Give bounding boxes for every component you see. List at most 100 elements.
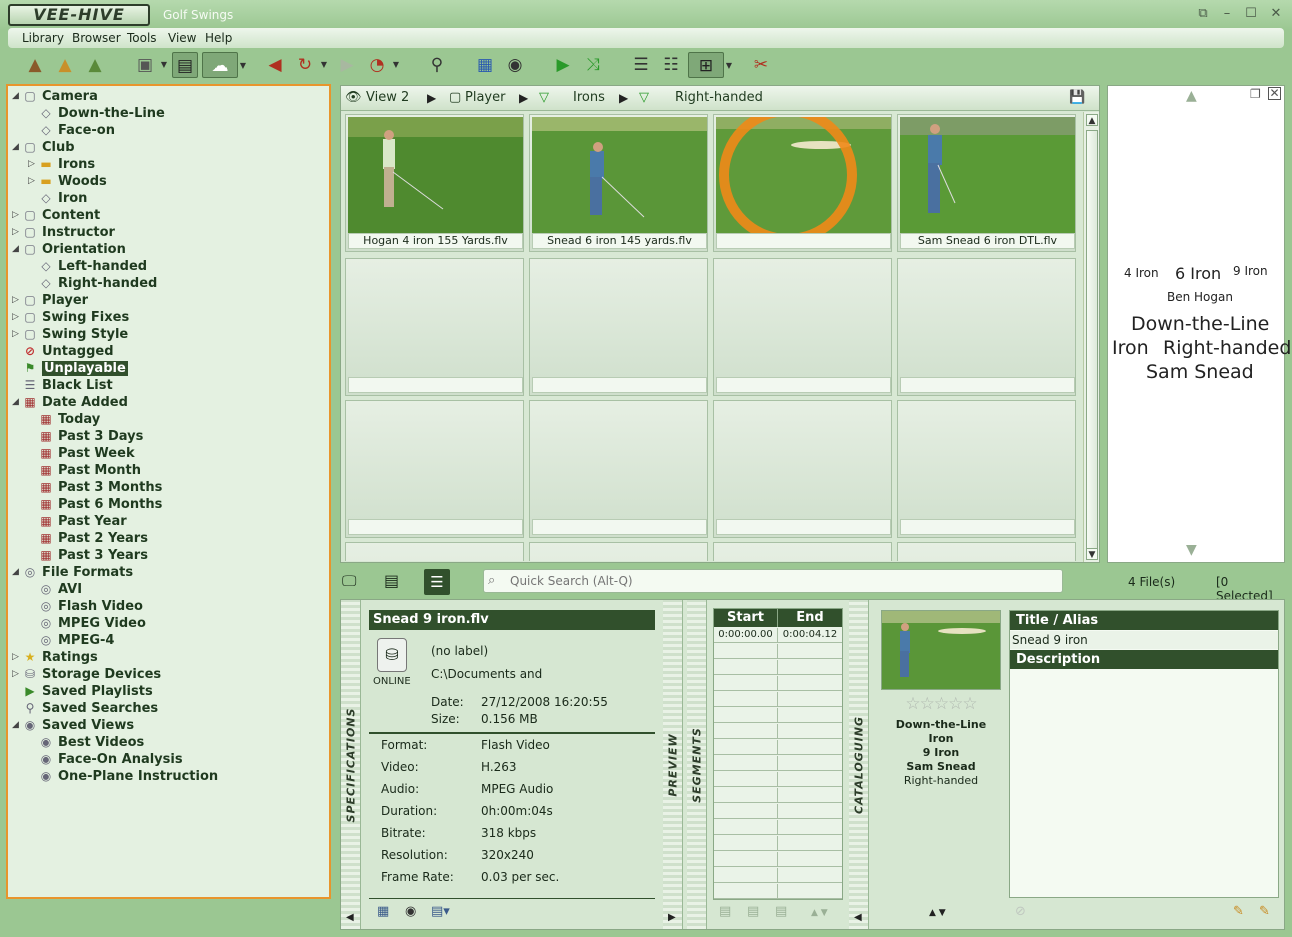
expand-icon[interactable]: ▷ xyxy=(12,207,22,224)
menu-view[interactable]: View xyxy=(168,31,196,45)
edit-icon[interactable]: ✎ xyxy=(1233,904,1244,919)
tree-item[interactable]: ▦ Today xyxy=(28,411,100,428)
segment-add-icon[interactable]: ▤ xyxy=(719,904,731,919)
expand-icon[interactable]: ▷ xyxy=(12,224,22,241)
tab-preview[interactable]: PREVIEW ▶ xyxy=(663,600,683,929)
search-icon[interactable]: ⚲ xyxy=(424,52,450,78)
cloud-tag[interactable]: Iron xyxy=(1112,337,1149,359)
collapse-icon[interactable]: ◢ xyxy=(12,564,22,581)
tree-item[interactable]: ▷ ★ Ratings xyxy=(12,649,98,666)
tree-item[interactable]: ⊘ Untagged xyxy=(12,343,114,360)
thumbnail-cell[interactable] xyxy=(713,114,892,252)
catalogue-nav-icon[interactable]: ▲ ▼ xyxy=(929,908,946,918)
audio-icon[interactable]: ◉ xyxy=(405,904,416,919)
breadcrumb-separator[interactable]: ▶ xyxy=(519,91,528,105)
expand-icon[interactable]: ▷ xyxy=(12,292,22,309)
refresh-icon[interactable]: ↻ ▼ xyxy=(292,52,327,78)
collapse-icon[interactable]: ◢ xyxy=(12,717,22,734)
menu-help[interactable]: Help xyxy=(205,31,232,45)
tree-item[interactable]: ▦ Past 3 Years xyxy=(28,547,148,564)
expand-icon[interactable]: ▷ xyxy=(28,156,38,173)
tree-item[interactable]: ▷ ▬ Woods xyxy=(28,173,107,190)
expand-icon[interactable]: ▷ xyxy=(28,173,38,190)
edit-all-icon[interactable]: ✎ xyxy=(1259,904,1270,919)
vertical-scrollbar[interactable]: ▲ ▼ xyxy=(1083,112,1099,562)
segment-delete-icon[interactable]: ▤ xyxy=(747,904,759,919)
shuffle-icon[interactable]: ⤨ xyxy=(580,52,606,78)
tree-item[interactable]: ▷ ▬ Irons xyxy=(28,156,95,173)
layout-icon[interactable]: ▤▾ xyxy=(431,904,450,919)
tree-item[interactable]: ▦ Past 3 Days xyxy=(28,428,143,445)
tree-item[interactable]: ⚲ Saved Searches xyxy=(12,700,159,717)
tree-item[interactable]: ◢ ▦ Date Added xyxy=(12,394,128,411)
filmstrip-small-icon[interactable]: ▤ xyxy=(384,571,399,590)
tree-item[interactable]: ◉ Best Videos xyxy=(28,734,145,751)
cloud-tag[interactable]: Ben Hogan xyxy=(1167,290,1233,304)
details-list-icon[interactable]: ☰ xyxy=(424,569,450,595)
restore-view-icon[interactable]: ⧉ xyxy=(1195,6,1211,22)
breadcrumb-right-handed[interactable]: Right-handed xyxy=(675,90,763,105)
maximize-button[interactable]: ☐ xyxy=(1243,6,1259,22)
grid-view-icon[interactable]: ▦ xyxy=(472,52,498,78)
tab-specifications[interactable]: SPECIFICATIONS ◀ xyxy=(341,600,361,929)
tree-item[interactable]: ▦ Past Week xyxy=(28,445,134,462)
scroll-up-icon[interactable]: ▲ xyxy=(1086,114,1098,126)
tree-item[interactable]: ◉ Face-On Analysis xyxy=(28,751,183,768)
breadcrumb-separator[interactable]: ▶ xyxy=(619,91,628,105)
tab-segments[interactable]: SEGMENTS xyxy=(687,600,707,929)
breadcrumb-view[interactable]: View 2 xyxy=(366,90,409,105)
collapse-icon[interactable]: ◢ xyxy=(12,394,22,411)
filmstrip-icon[interactable]: ▤ xyxy=(172,52,198,78)
tree-item[interactable]: ▷ ▢ Player xyxy=(12,292,88,309)
clock-icon[interactable]: ◔ ▼ xyxy=(364,52,399,78)
grid-view-icon[interactable]: ▦ xyxy=(377,904,389,919)
tree-item[interactable]: ◎ AVI xyxy=(28,581,82,598)
thumbnail-cell[interactable]: Hogan 4 iron 155 Yards.flv xyxy=(345,114,524,252)
save-view-icon[interactable]: 💾 xyxy=(1069,90,1085,105)
back-arrow-icon[interactable]: ◀ xyxy=(262,52,288,78)
cloud-tag[interactable]: Sam Snead xyxy=(1146,361,1254,383)
breadcrumb-separator[interactable]: ▶ xyxy=(427,91,436,105)
tree-item[interactable]: ▷ ▢ Instructor xyxy=(12,224,115,241)
tree-item[interactable]: ▷ ⛁ Storage Devices xyxy=(12,666,161,683)
collapse-icon[interactable]: ◢ xyxy=(12,139,22,156)
tree-item[interactable]: ▷ ▢ Swing Fixes xyxy=(12,309,129,326)
tree-item[interactable]: ◢ ▢ Camera xyxy=(12,88,98,105)
screen-icon[interactable]: 🖵 xyxy=(342,572,356,590)
forward-arrow-icon[interactable]: ▶ xyxy=(334,52,360,78)
scrollbar-thumb[interactable] xyxy=(1086,130,1098,550)
expand-icon[interactable]: ▷ xyxy=(12,326,22,343)
title-alias-value[interactable]: Snead 9 iron xyxy=(1010,631,1278,649)
hive-add-icon[interactable]: ▲ xyxy=(52,52,78,78)
tree-item[interactable]: ◇ Right-handed xyxy=(28,275,157,292)
tree-item[interactable]: ◇ Left-handed xyxy=(28,258,147,275)
quick-search-box[interactable]: ⌕ xyxy=(483,569,1063,593)
tree-item[interactable]: ◢ ◎ File Formats xyxy=(12,564,133,581)
tree-item[interactable]: ◎ MPEG Video xyxy=(28,615,146,632)
tree-item[interactable]: ◇ Down-the-Line xyxy=(28,105,165,122)
collapse-icon[interactable]: ◢ xyxy=(12,88,22,105)
cloud-down-icon[interactable]: ▼ xyxy=(1186,542,1197,558)
cloud-tag[interactable]: Right-handed xyxy=(1163,337,1291,359)
cloud-tag[interactable]: 6 Iron xyxy=(1175,264,1221,283)
tree-item[interactable]: ▦ Past 2 Years xyxy=(28,530,148,547)
thumbnail-view-icon[interactable]: ⊞ ▼ xyxy=(688,52,732,78)
thumbnail-cell[interactable]: Sam Snead 6 iron DTL.flv xyxy=(897,114,1076,252)
cloud-tag[interactable]: 9 Iron xyxy=(1233,264,1268,278)
cloud-tag[interactable]: 4 Iron xyxy=(1124,266,1159,280)
segment-sort-icon[interactable]: ▲ ▼ xyxy=(811,908,828,918)
details-view-icon[interactable]: ☷ xyxy=(658,52,684,78)
tree-item[interactable]: ◇ Iron xyxy=(28,190,87,207)
tree-item[interactable]: ▷ ▢ Content xyxy=(12,207,100,224)
tree-item[interactable]: ▦ Past 3 Months xyxy=(28,479,162,496)
audio-icon[interactable]: ◉ xyxy=(502,52,528,78)
menu-tools[interactable]: Tools xyxy=(127,31,157,45)
tree-item[interactable]: ▦ Past Year xyxy=(28,513,126,530)
collapse-left-icon[interactable]: ◀ xyxy=(854,912,863,923)
tools-icon[interactable]: ✂ xyxy=(748,52,774,78)
tree-item[interactable]: ⚑ Unplayable xyxy=(12,360,128,377)
restore-icon[interactable]: ❐ xyxy=(1250,87,1261,101)
tree-item[interactable]: ☰ Black List xyxy=(12,377,113,394)
expand-icon[interactable]: ▷ xyxy=(12,649,22,666)
breadcrumb-player[interactable]: Player xyxy=(465,90,505,105)
